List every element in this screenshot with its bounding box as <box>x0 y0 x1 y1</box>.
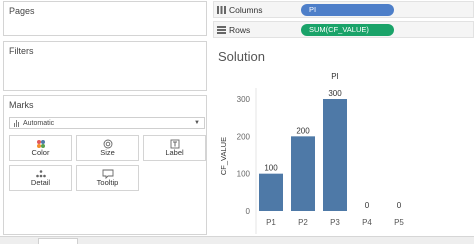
y-axis-title: CF_VALUE <box>219 137 228 175</box>
label-label: Label <box>165 148 184 157</box>
rows-icon <box>217 26 226 34</box>
columns-icon <box>217 6 226 14</box>
size-button[interactable]: Size <box>76 135 139 161</box>
bar-p3[interactable] <box>323 99 347 211</box>
tooltip-button[interactable]: Tooltip <box>76 165 139 191</box>
rows-pill[interactable]: SUM(CF_VALUE) <box>301 24 394 36</box>
mark-type-value: Automatic <box>23 119 55 127</box>
columns-shelf[interactable]: Columns PI <box>213 1 474 18</box>
bar-p2[interactable] <box>291 136 315 211</box>
pages-card[interactable]: Pages <box>3 1 207 36</box>
y-tick-label: 0 <box>246 207 251 216</box>
bar-p1[interactable] <box>259 173 283 211</box>
bar-chart: PI CF_VALUE 0 100 200 300 100 P1 200 P2 300 P3 0 P4 0 P… <box>219 72 404 234</box>
chart-title: PI <box>331 72 339 81</box>
data-label: 0 <box>365 201 370 210</box>
sheet-tab[interactable] <box>38 238 78 244</box>
x-tick-label: P1 <box>266 218 276 227</box>
y-tick-label: 200 <box>237 132 251 141</box>
marks-title: Marks <box>9 100 34 110</box>
label-icon <box>170 139 179 149</box>
chevron-down-icon: ▼ <box>194 120 200 126</box>
y-tick-label: 300 <box>237 95 251 104</box>
size-label: Size <box>100 148 115 157</box>
data-label: 200 <box>296 126 310 135</box>
columns-pill[interactable]: PI <box>301 4 394 16</box>
pages-title: Pages <box>9 6 35 16</box>
bar-chart-icon <box>14 119 20 127</box>
label-button[interactable]: Label <box>143 135 206 161</box>
detail-button[interactable]: Detail <box>9 165 72 191</box>
filters-title: Filters <box>9 46 34 56</box>
columns-shelf-label: Columns <box>229 5 263 15</box>
x-tick-label: P4 <box>362 218 372 227</box>
color-button[interactable]: Color <box>9 135 72 161</box>
color-icon <box>36 140 45 148</box>
tooltip-icon <box>102 169 113 179</box>
x-tick-label: P2 <box>298 218 308 227</box>
mark-type-dropdown[interactable]: Automatic ▼ <box>9 117 205 129</box>
data-label: 100 <box>264 164 278 173</box>
size-icon <box>103 139 112 149</box>
rows-shelf[interactable]: Rows SUM(CF_VALUE) <box>213 21 474 38</box>
x-tick-label: P3 <box>330 218 340 227</box>
tooltip-label: Tooltip <box>96 178 119 187</box>
marks-card: Marks Automatic ▼ Color Size Label Detai… <box>3 95 207 235</box>
x-tick-label: P5 <box>394 218 404 227</box>
worksheet-title: Solution <box>218 49 265 64</box>
data-label: 300 <box>328 89 342 98</box>
detail-label: Detail <box>30 178 51 187</box>
color-label: Color <box>31 148 50 157</box>
detail-icon <box>35 170 46 178</box>
left-panel: Pages Filters Marks Automatic ▼ Color Si… <box>0 0 209 244</box>
filters-card[interactable]: Filters <box>3 41 207 91</box>
data-label: 0 <box>397 201 402 210</box>
rows-shelf-label: Rows <box>229 25 251 35</box>
y-tick-label: 100 <box>237 170 251 179</box>
